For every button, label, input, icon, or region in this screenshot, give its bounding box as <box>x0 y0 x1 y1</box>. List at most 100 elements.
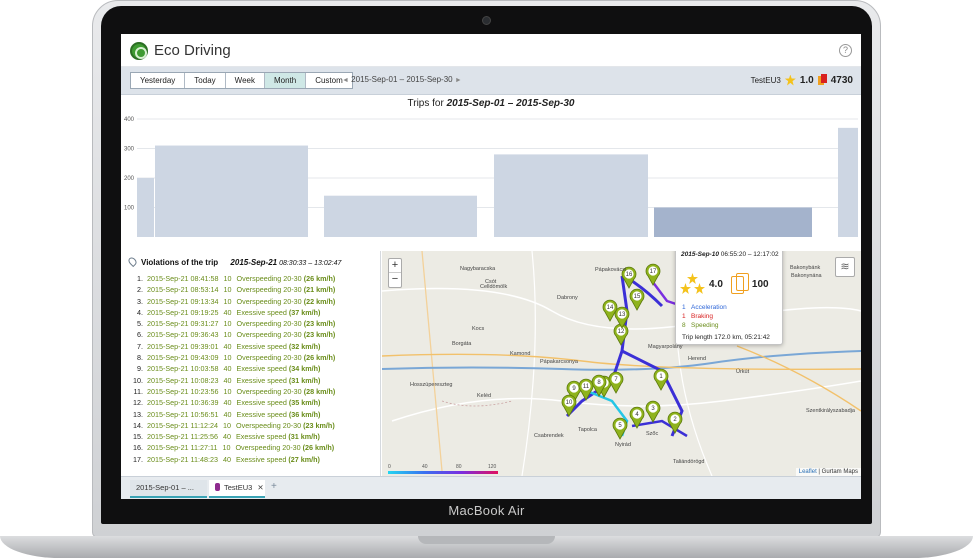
chart-bar[interactable] <box>838 127 858 237</box>
penalty-cards-icon <box>817 74 827 86</box>
violation-lvl: 10 <box>223 319 232 329</box>
violation-lvl: 10 <box>223 285 232 295</box>
map-place-label: Szőc <box>646 431 659 437</box>
tab-unit[interactable]: TestEU3 ✕ <box>209 480 265 498</box>
map-place-label: Úrkút <box>736 369 750 375</box>
violation-txt: Exessive speed <box>236 454 287 464</box>
violation-row[interactable]: 16. 2015-Sep-21 11:27:11 10 Overspeeding 20… <box>131 442 335 453</box>
range-button-month[interactable]: Month <box>264 73 307 88</box>
range-button-yesterday[interactable]: Yesterday <box>131 73 186 88</box>
map-place-label: Pápakarcsonya <box>540 359 578 365</box>
scale-label: 40 <box>422 464 428 470</box>
violation-row[interactable]: 3. 2015-Sep-21 09:13:34 10 Overspeeding 20-… <box>131 296 335 307</box>
violation-speed: (28 km/h) <box>303 386 336 396</box>
violation-n: 3. <box>137 296 143 306</box>
violation-n: 6. <box>137 330 143 340</box>
trip-marker-label: 16 <box>626 272 633 278</box>
popup-time: 2015-Sep-10 06:55:20 – 12:17:02 <box>681 251 779 259</box>
violation-row[interactable]: 8. 2015-Sep-21 09:43:09 10 Overspeeding 20-… <box>131 352 335 363</box>
violation-txt: Exessive speed <box>236 432 287 442</box>
map-view[interactable]: 1234567891011121314151617 NagybaracskaPá… <box>382 251 861 476</box>
violation-row[interactable]: 13. 2015-Sep-21 10:56:51 40 Exessive speed … <box>131 409 335 420</box>
chart-bar[interactable] <box>654 207 812 238</box>
violation-ts: 2015-Sep-21 10:56:51 <box>147 409 219 419</box>
add-tab-button[interactable]: + <box>271 481 277 492</box>
close-icon[interactable]: ✕ <box>257 483 263 492</box>
app-header: Eco Driving ? <box>121 34 861 67</box>
violation-speed: (35 km/h) <box>288 398 321 408</box>
violation-row[interactable]: 14. 2015-Sep-21 11:12:24 10 Overspeeding 20… <box>131 420 335 431</box>
violation-row[interactable]: 7. 2015-Sep-21 09:39:01 40 Exessive speed (… <box>131 341 335 352</box>
laptop-notch <box>418 536 555 544</box>
violation-row[interactable]: 11. 2015-Sep-21 10:23:56 10 Overspeeding 20… <box>131 386 336 397</box>
chart-bar[interactable] <box>324 195 477 237</box>
leaflet-link[interactable]: Leaflet <box>799 469 817 475</box>
violation-n: 14. <box>133 420 143 430</box>
app-title: Eco Driving <box>154 42 231 59</box>
toolbar: Yesterday Today Week Month Custom ◄ 2015-Sep… <box>121 67 861 95</box>
laptop-frame: MacBook Air Eco Driving ? Yesterday Today… <box>0 0 973 558</box>
violation-row[interactable]: 12. 2015-Sep-21 10:36:39 40 Exessive speed … <box>131 397 335 408</box>
chart-y-tick-label: 300 <box>124 147 135 153</box>
chart-bar[interactable] <box>155 145 308 237</box>
violation-ts: 2015-Sep-21 08:53:14 <box>147 285 219 295</box>
layers-icon[interactable]: ≋ <box>835 257 855 277</box>
map-place-label: Tapolca <box>578 427 597 433</box>
violation-lvl: 40 <box>223 409 232 419</box>
range-button-today[interactable]: Today <box>185 73 226 88</box>
violation-n: 17. <box>133 454 143 464</box>
violation-n: 5. <box>137 319 143 329</box>
location-pin-icon <box>126 255 139 268</box>
help-icon[interactable]: ? <box>839 44 852 57</box>
violation-txt: Overspeeding 20-30 <box>236 330 302 340</box>
violation-ts: 2015-Sep-21 11:12:24 <box>147 420 219 430</box>
violation-speed: (22 km/h) <box>303 296 336 306</box>
next-period-icon[interactable]: ► <box>455 77 462 84</box>
scale-label: 120 <box>488 464 497 470</box>
eco-driving-logo-icon <box>130 42 148 60</box>
range-button-week[interactable]: Week <box>226 73 265 88</box>
violation-txt: Exessive speed <box>236 375 287 385</box>
chart-bar[interactable] <box>494 154 648 237</box>
map-place-label: Bakonybánk <box>790 265 821 271</box>
chart-bar[interactable] <box>137 178 154 237</box>
violation-row[interactable]: 1. 2015-Sep-21 08:41:58 10 Overspeeding 20-… <box>131 273 335 284</box>
trip-marker-label: 17 <box>650 269 657 275</box>
violation-n: 2. <box>137 285 143 295</box>
period-start[interactable]: 2015-Sep-01 <box>351 75 397 84</box>
trips-chart-svg: 400 300 200 100 <box>124 117 858 238</box>
tab-period[interactable]: 2015-Sep-01 – ... <box>130 480 207 498</box>
prev-period-icon[interactable]: ◄ <box>342 77 349 84</box>
violation-row[interactable]: 17. 2015-Sep-21 11:48:23 40 Exessive speed … <box>131 454 335 465</box>
period-selector: ◄ 2015-Sep-01 – 2015-Sep-30 ► <box>342 75 462 84</box>
chart-title-range: 2015-Sep-01 – 2015-Sep-30 <box>446 98 575 109</box>
zoom-in-button[interactable]: + <box>389 259 401 273</box>
popup-item-braking: 1 Braking <box>682 313 714 320</box>
violation-txt: Overspeeding 20-30 <box>236 420 302 430</box>
period-end[interactable]: 2015-Sep-30 <box>406 75 452 84</box>
violation-ts: 2015-Sep-21 11:25:56 <box>147 432 219 442</box>
scale-label: 80 <box>456 464 462 470</box>
violation-n: 11. <box>133 386 143 396</box>
trip-popup: 2015-Sep-10 06:55:20 – 12:17:02 4.0 100 … <box>675 251 783 345</box>
violation-row[interactable]: 10. 2015-Sep-21 10:08:23 40 Exessive speed … <box>131 375 335 386</box>
violation-row[interactable]: 6. 2015-Sep-21 09:36:43 10 Overspeeding 20-… <box>131 329 335 340</box>
zoom-out-button[interactable]: − <box>389 273 401 287</box>
violation-ts: 2015-Sep-21 09:19:25 <box>147 307 219 317</box>
violation-ts: 2015-Sep-21 08:41:58 <box>147 274 219 283</box>
gurtam-maps-label: | Gurtam Maps <box>818 469 858 475</box>
violation-lvl: 40 <box>223 375 232 385</box>
violation-n: 10. <box>133 375 143 385</box>
violation-row[interactable]: 15. 2015-Sep-21 11:25:56 40 Exessive speed … <box>131 431 335 442</box>
violation-row[interactable]: 4. 2015-Sep-21 09:19:25 40 Exessive speed (… <box>131 307 335 318</box>
map-place-label: Celldömölk <box>480 284 508 290</box>
popup-violation-summary: 1 Acceleration 1 Braking 8 Speeding <box>682 303 727 330</box>
violation-row[interactable]: 5. 2015-Sep-21 09:31:27 10 Overspeeding 20-… <box>131 318 335 329</box>
camera-icon <box>482 16 491 25</box>
violation-txt: Overspeeding 20-30 <box>236 285 302 295</box>
violation-row[interactable]: 2. 2015-Sep-21 08:53:14 10 Overspeeding 20-… <box>131 284 335 295</box>
violation-lvl: 40 <box>223 398 232 408</box>
popup-penalty: 100 <box>751 278 769 290</box>
violation-row[interactable]: 9. 2015-Sep-21 10:03:58 40 Exessive speed (… <box>131 363 335 374</box>
violation-speed: (36 km/h) <box>288 409 321 419</box>
